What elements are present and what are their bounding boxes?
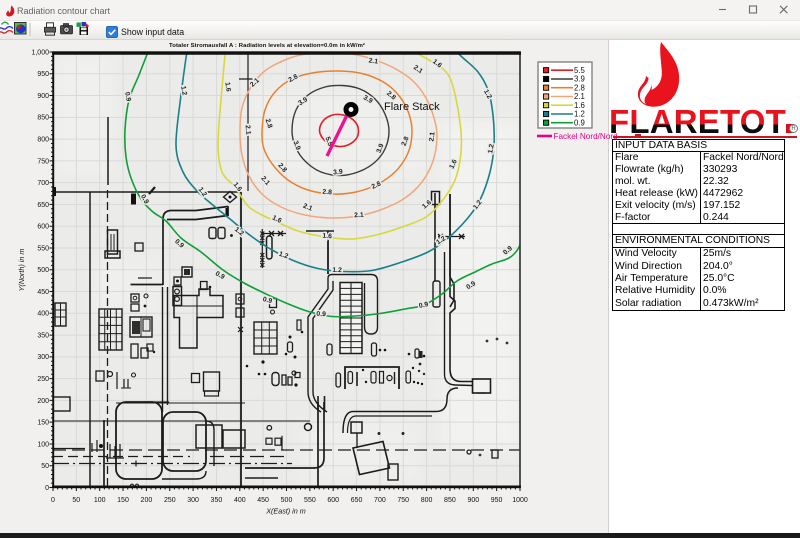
svg-text:750: 750 [37, 158, 49, 165]
svg-text:Y(North) in m: Y(North) in m [17, 249, 26, 292]
svg-text:0.9: 0.9 [574, 118, 585, 127]
svg-text:750: 750 [397, 497, 409, 504]
svg-text:900: 900 [37, 93, 49, 100]
svg-text:300: 300 [187, 497, 199, 504]
svg-text:300: 300 [37, 354, 49, 361]
svg-text:1.6: 1.6 [574, 101, 585, 110]
svg-text:600: 600 [37, 224, 49, 231]
svg-text:800: 800 [421, 497, 433, 504]
svg-text:100: 100 [37, 441, 49, 448]
svg-text:700: 700 [374, 497, 386, 504]
svg-text:0: 0 [45, 485, 49, 492]
svg-text:650: 650 [351, 497, 363, 504]
svg-text:350: 350 [211, 497, 223, 504]
svg-text:2.1: 2.1 [428, 131, 436, 141]
svg-text:850: 850 [444, 497, 456, 504]
svg-text:50: 50 [41, 463, 49, 470]
svg-text:0.9: 0.9 [316, 311, 326, 318]
svg-text:2.1: 2.1 [368, 57, 379, 65]
svg-text:500: 500 [37, 267, 49, 274]
svg-text:850: 850 [37, 115, 49, 122]
svg-text:550: 550 [304, 497, 316, 504]
svg-text:500: 500 [281, 497, 293, 504]
svg-text:X(East) in m: X(East) in m [265, 507, 306, 516]
svg-text:150: 150 [117, 497, 129, 504]
svg-text:200: 200 [141, 497, 153, 504]
svg-text:2.8: 2.8 [574, 83, 585, 92]
svg-text:3.9: 3.9 [574, 75, 585, 84]
svg-text:250: 250 [164, 497, 176, 504]
svg-text:150: 150 [37, 420, 49, 427]
svg-text:250: 250 [37, 376, 49, 383]
svg-text:350: 350 [37, 333, 49, 340]
svg-text:600: 600 [327, 497, 339, 504]
svg-text:2.1: 2.1 [244, 125, 252, 135]
svg-text:5.5: 5.5 [574, 66, 586, 75]
svg-text:950: 950 [37, 71, 49, 78]
svg-text:650: 650 [37, 202, 49, 209]
svg-text:950: 950 [491, 497, 503, 504]
svg-text:900: 900 [467, 497, 479, 504]
svg-text:400: 400 [37, 311, 49, 318]
svg-text:400: 400 [234, 497, 246, 504]
svg-text:200: 200 [37, 398, 49, 405]
svg-text:50: 50 [72, 497, 80, 504]
svg-text:450: 450 [37, 289, 49, 296]
svg-text:100: 100 [94, 497, 106, 504]
svg-text:1000: 1000 [512, 497, 528, 504]
svg-text:1.2: 1.2 [332, 267, 342, 274]
svg-text:800: 800 [37, 137, 49, 144]
svg-text:1.6: 1.6 [223, 82, 231, 92]
svg-text:2.1: 2.1 [574, 92, 585, 101]
svg-text:550: 550 [37, 245, 49, 252]
svg-text:0: 0 [51, 497, 55, 504]
svg-text:1,000: 1,000 [31, 49, 49, 56]
svg-text:3.9: 3.9 [333, 169, 343, 177]
svg-text:700: 700 [37, 180, 49, 187]
svg-text:Totaler Stromausfall A : Radia: Totaler Stromausfall A : Radiation level… [169, 42, 365, 49]
svg-text:450: 450 [257, 497, 269, 504]
svg-text:1.6: 1.6 [322, 233, 332, 241]
svg-text:Flare Stack: Flare Stack [384, 101, 440, 113]
svg-text:1.2: 1.2 [574, 110, 585, 119]
svg-text:2.8: 2.8 [322, 189, 332, 197]
svg-text:2.1: 2.1 [354, 212, 364, 219]
